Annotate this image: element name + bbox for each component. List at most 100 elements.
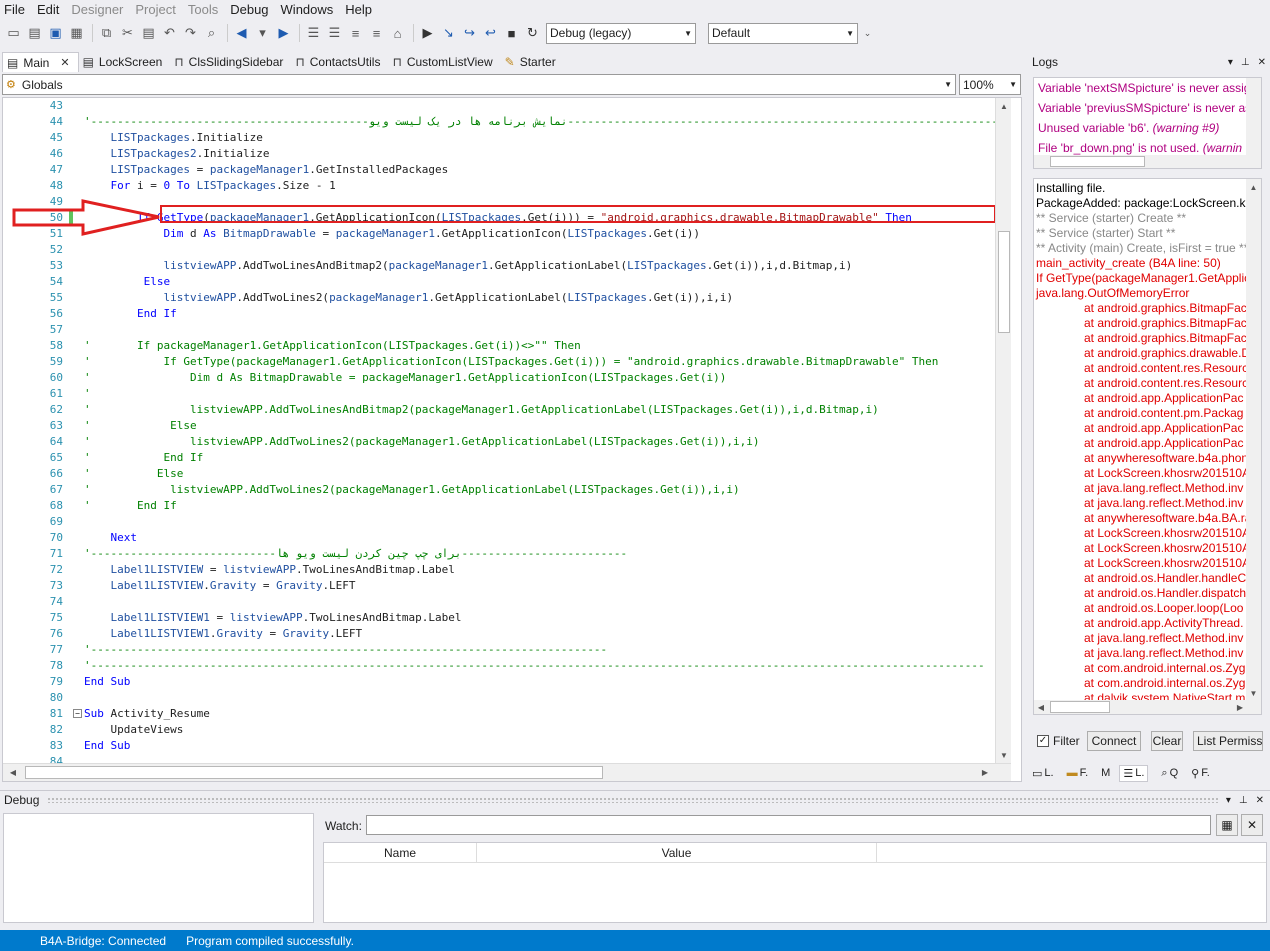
- step-out-icon[interactable]: ↩: [481, 24, 500, 43]
- code-line[interactable]: 48 For i = 0 To LISTpackages.Size - 1: [3, 178, 995, 194]
- code-line[interactable]: 69: [3, 514, 995, 530]
- code-line[interactable]: 65 ' End If: [3, 450, 995, 466]
- code-line[interactable]: 64 ' listviewAPP.AddTwoLines2(packageMana…: [3, 434, 995, 450]
- code-line[interactable]: 82 UpdateViews: [3, 722, 995, 738]
- code-line[interactable]: 75 Label1LISTVIEW1 = listviewAPP.TwoLine…: [3, 610, 995, 626]
- tab-lockscreen[interactable]: ▤ LockScreen: [79, 52, 171, 72]
- zoom-select[interactable]: 100% ▼: [959, 74, 1021, 95]
- menu-project[interactable]: Project: [135, 2, 175, 17]
- code-line[interactable]: 72 Label1LISTVIEW = listviewAPP.TwoLines…: [3, 562, 995, 578]
- forward-icon[interactable]: ▶: [274, 24, 293, 43]
- build-config-select[interactable]: Debug (legacy) ▼: [546, 22, 696, 44]
- watch-calc-button[interactable]: ▦: [1216, 814, 1238, 836]
- libraries-tab[interactable]: ▭ L.: [1028, 767, 1054, 780]
- code-line[interactable]: 77 '-------------------------------------…: [3, 642, 995, 658]
- new-file-icon[interactable]: ▭: [4, 24, 23, 43]
- modules-tab[interactable]: M: [1097, 767, 1110, 779]
- code-line[interactable]: 58 ' If packageManager1.GetApplicationIco…: [3, 338, 995, 354]
- code-line[interactable]: 43: [3, 98, 995, 114]
- scroll-down-icon[interactable]: ▼: [1246, 685, 1261, 701]
- save-icon[interactable]: ▣: [46, 24, 65, 43]
- code-line[interactable]: 79 End Sub: [3, 674, 995, 690]
- quick-search-tab[interactable]: ⌕ Q: [1157, 767, 1178, 780]
- code-line[interactable]: 73 Label1LISTVIEW.Gravity = Gravity.LEFT: [3, 578, 995, 594]
- code-line[interactable]: 76 Label1LISTVIEW1.Gravity = Gravity.LEF…: [3, 626, 995, 642]
- comment-icon[interactable]: ≡: [346, 24, 365, 43]
- find-tab[interactable]: ⚲ F.: [1187, 767, 1210, 780]
- scroll-left-icon[interactable]: ◀: [5, 764, 21, 780]
- step-over-icon[interactable]: ↪: [460, 24, 479, 43]
- code-line[interactable]: 47 LISTpackages = packageManager1.GetIns…: [3, 162, 995, 178]
- clear-button[interactable]: Clear: [1151, 731, 1183, 751]
- copy-icon[interactable]: ⧉: [97, 24, 116, 43]
- log-vscrollbar[interactable]: ▲ ▼: [1246, 179, 1261, 701]
- warnings-hscroll-thumb[interactable]: [1050, 156, 1145, 167]
- code-line[interactable]: 59 ' If GetType(packageManager1.GetApplic…: [3, 354, 995, 370]
- open-icon[interactable]: ▤: [25, 24, 44, 43]
- uncomment-icon[interactable]: ≡: [367, 24, 386, 43]
- code-line[interactable]: 67 ' listviewAPP.AddTwoLines2(packageMana…: [3, 482, 995, 498]
- restart-icon[interactable]: ↻: [523, 24, 542, 43]
- module-select[interactable]: ⚙ Globals ▼: [2, 74, 956, 95]
- value-column-header[interactable]: Value: [477, 843, 877, 862]
- code-line[interactable]: 74: [3, 594, 995, 610]
- vertical-scroll-thumb[interactable]: [998, 231, 1010, 333]
- scroll-up-icon[interactable]: ▲: [1246, 179, 1261, 195]
- editor-vertical-scrollbar[interactable]: ▲ ▼: [995, 98, 1011, 763]
- call-stack-list[interactable]: [3, 813, 314, 923]
- code-line[interactable]: 84: [3, 754, 995, 763]
- pin-icon[interactable]: ⊥: [1239, 795, 1248, 806]
- code-line[interactable]: 62 ' listviewAPP.AddTwoLinesAndBitmap2(pa…: [3, 402, 995, 418]
- log-output[interactable]: Installing file. PackageAdded: package:Lo…: [1033, 178, 1262, 715]
- bookmark-icon[interactable]: ⌂: [388, 24, 407, 43]
- connect-button[interactable]: Connect: [1087, 731, 1141, 751]
- warning-item[interactable]: Variable 'nextSMSpicture' is never assig: [1034, 78, 1261, 98]
- code-line[interactable]: 70 Next: [3, 530, 995, 546]
- scroll-left-icon[interactable]: ◀: [1034, 700, 1048, 714]
- close-icon[interactable]: ✕: [60, 56, 69, 69]
- log-hscrollbar[interactable]: ◀ ▶: [1034, 700, 1261, 714]
- code-line[interactable]: 56 End If: [3, 306, 995, 322]
- tab-main[interactable]: ▤ Main ✕: [2, 52, 79, 72]
- tab-starter[interactable]: ✎ Starter: [501, 52, 564, 72]
- code-line[interactable]: 44 '-------------------------------------…: [3, 114, 995, 130]
- menu-windows[interactable]: Windows: [281, 2, 334, 17]
- scroll-up-icon[interactable]: ▲: [996, 98, 1012, 114]
- code-line[interactable]: 78 '-------------------------------------…: [3, 658, 995, 674]
- menu-tools[interactable]: Tools: [188, 2, 218, 17]
- scroll-right-icon[interactable]: ▶: [1233, 700, 1247, 714]
- undo-icon[interactable]: ↶: [160, 24, 179, 43]
- menu-debug[interactable]: Debug: [230, 2, 268, 17]
- device-select[interactable]: Default ▼: [708, 22, 858, 44]
- fold-icon[interactable]: −: [73, 709, 82, 718]
- files-tab[interactable]: ▬ F.: [1063, 767, 1089, 779]
- log-hscroll-thumb[interactable]: [1050, 701, 1110, 713]
- code-line[interactable]: 61 ': [3, 386, 995, 402]
- save-all-icon[interactable]: ▦: [67, 24, 86, 43]
- stop-icon[interactable]: ■: [502, 24, 521, 43]
- code-line[interactable]: 54 Else: [3, 274, 995, 290]
- menu-file[interactable]: File: [4, 2, 25, 17]
- logs-tab[interactable]: ☰ L.: [1119, 764, 1149, 782]
- code-line[interactable]: 71 '----------------------------برای چپ چ…: [3, 546, 995, 562]
- tab-clsslidingsidebar[interactable]: ⊓ ClsSlidingSidebar: [170, 52, 291, 72]
- menu-edit[interactable]: Edit: [37, 2, 59, 17]
- find-icon[interactable]: ⌕: [202, 24, 221, 43]
- close-icon[interactable]: ✕: [1258, 57, 1266, 68]
- code-line[interactable]: 80: [3, 690, 995, 706]
- tab-customlistview[interactable]: ⊓ CustomListView: [388, 52, 500, 72]
- menu-designer[interactable]: Designer: [71, 2, 123, 17]
- warnings-list[interactable]: Variable 'nextSMSpicture' is never assig…: [1033, 77, 1262, 169]
- watch-table[interactable]: Name Value: [323, 842, 1267, 923]
- toolbar-overflow-icon[interactable]: ⌄: [858, 24, 877, 43]
- tab-contactsutils[interactable]: ⊓ ContactsUtils: [291, 52, 388, 72]
- code-line[interactable]: 68 ' End If: [3, 498, 995, 514]
- dropdown-arrow-icon[interactable]: ▾: [253, 24, 272, 43]
- code-line[interactable]: 81 Sub Activity_Resume −: [3, 706, 995, 722]
- warnings-scrollbar[interactable]: [1246, 78, 1261, 168]
- code-editor[interactable]: 43 44 '-----------------------------------…: [2, 97, 1022, 782]
- watch-clear-button[interactable]: ✕: [1241, 814, 1263, 836]
- indent-icon[interactable]: ☰: [325, 24, 344, 43]
- filter-checkbox[interactable]: ✓: [1037, 735, 1049, 747]
- close-icon[interactable]: ✕: [1256, 795, 1264, 806]
